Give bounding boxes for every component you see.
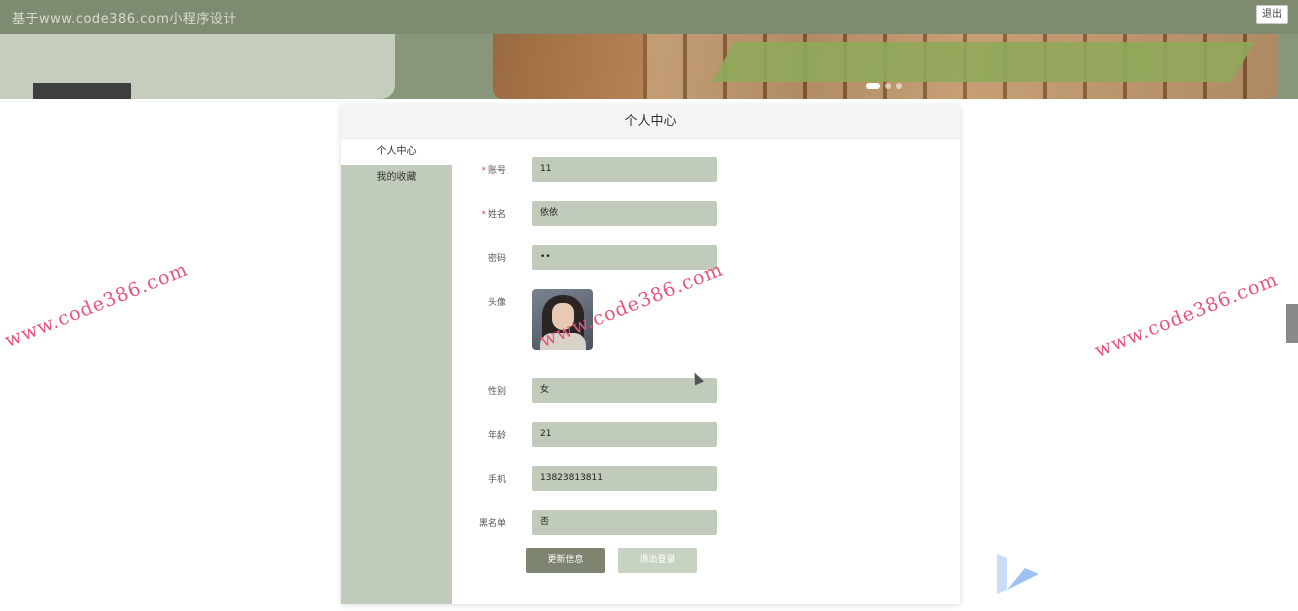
watermark: www.code386.com [1, 258, 192, 352]
blacklist-label: 黑名单 [478, 519, 506, 529]
carousel-dot-2[interactable] [885, 83, 891, 89]
banner-dark-block [33, 83, 131, 99]
password-label: 密码 [487, 254, 506, 264]
app-title: 基于www.code386.com小程序设计 [12, 12, 237, 27]
update-info-button[interactable]: 更新信息 [526, 548, 605, 573]
sidebar-item-personal-center[interactable]: 个人中心 [341, 139, 452, 165]
required-mark: * [481, 166, 486, 176]
account-field[interactable] [532, 157, 717, 182]
age-label: 年龄 [487, 431, 506, 441]
account-row: * 账号 [471, 157, 717, 182]
card-title: 个人中心 [341, 105, 960, 139]
required-mark: * [481, 210, 486, 220]
password-row: 密码 [471, 245, 717, 270]
banner-image [493, 34, 1278, 99]
name-field[interactable] [532, 201, 717, 226]
phone-row: 手机 [471, 466, 717, 491]
age-row: 年龄 [471, 422, 717, 447]
password-field[interactable] [532, 245, 717, 270]
scrollbar-thumb[interactable] [1286, 304, 1298, 343]
age-field[interactable] [532, 422, 717, 447]
personal-center-card: 个人中心 个人中心 我的收藏 *账号 *姓名 密码 头像 性别 年龄 手机 黑 [341, 105, 960, 604]
account-label: 账号 [487, 166, 506, 176]
gender-label: 性别 [487, 387, 506, 397]
brand-logo-icon [997, 554, 1039, 594]
name-label: 姓名 [487, 210, 506, 220]
header-logout-button[interactable]: 退出 [1256, 5, 1288, 24]
gender-row: 性别 [471, 378, 717, 403]
banner-left-panel [0, 34, 395, 99]
carousel-dot-1[interactable] [866, 83, 880, 89]
avatar-label: 头像 [487, 298, 506, 308]
blacklist-field[interactable] [532, 510, 717, 535]
carousel-dot-3[interactable] [896, 83, 902, 89]
logout-button[interactable]: 退出登录 [618, 548, 697, 573]
gender-field[interactable] [532, 378, 717, 403]
sidebar: 个人中心 我的收藏 [341, 139, 452, 604]
sidebar-item-favorites[interactable]: 我的收藏 [341, 165, 452, 191]
phone-field[interactable] [532, 466, 717, 491]
name-row: * 姓名 [471, 201, 717, 226]
carousel-indicators [866, 83, 902, 89]
watermark: www.code386.com [1091, 268, 1282, 362]
top-bar: 基于www.code386.com小程序设计 退出 [0, 0, 1298, 34]
blacklist-row: 黑名单 [471, 510, 717, 535]
phone-label: 手机 [487, 475, 506, 485]
banner-carousel [0, 34, 1298, 99]
